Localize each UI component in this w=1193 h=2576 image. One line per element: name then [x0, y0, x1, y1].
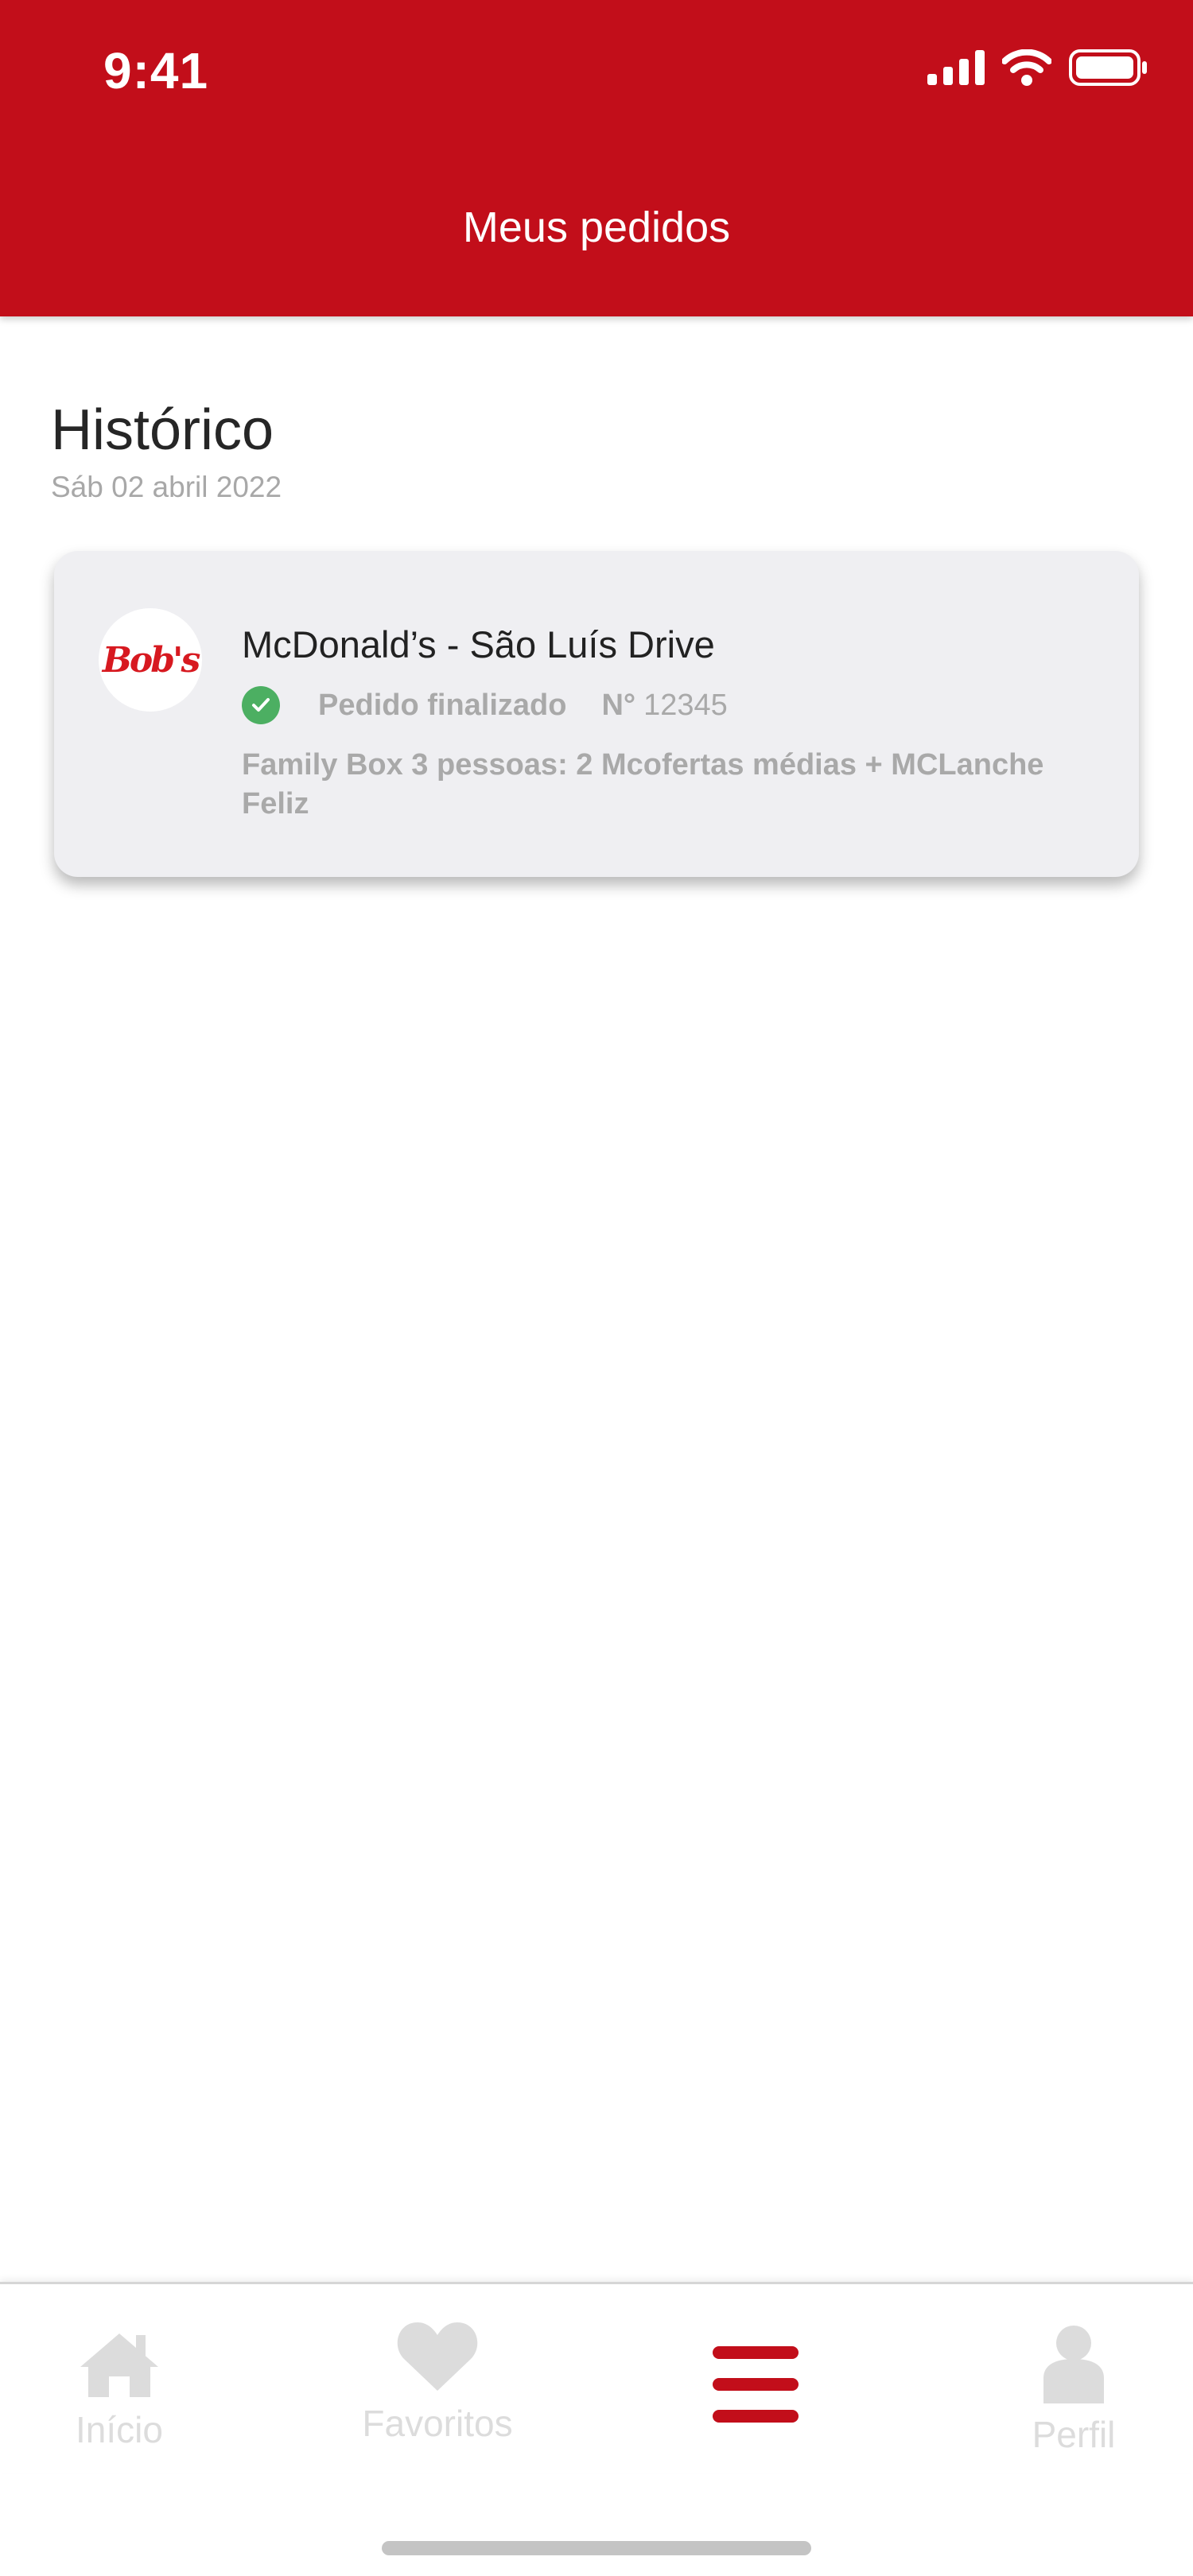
home-indicator — [382, 2541, 811, 2555]
signal-icon — [927, 50, 985, 85]
section-title: Histórico — [51, 398, 274, 462]
status-time: 9:41 — [103, 42, 209, 99]
order-number-label: N° — [601, 688, 636, 722]
tab-inicio[interactable]: Início — [48, 2284, 191, 2475]
tab-label-perfil: Perfil — [1032, 2414, 1116, 2455]
menu-icon — [713, 2346, 799, 2423]
check-icon — [242, 686, 280, 724]
restaurant-name: McDonald’s - São Luís Drive — [242, 623, 715, 665]
order-card[interactable]: Bob's McDonald’s - São Luís Drive Pedido… — [54, 551, 1139, 877]
logo-text: Bob's — [102, 639, 201, 681]
tab-label-favoritos: Favoritos — [362, 2403, 513, 2444]
section-date: Sáb 02 abril 2022 — [51, 471, 282, 503]
person-icon — [1043, 2326, 1104, 2403]
order-status-row: Pedido finalizado N° 12345 — [242, 686, 728, 724]
home-icon — [80, 2334, 158, 2397]
status-icons — [927, 49, 1148, 86]
order-description: Family Box 3 pessoas: 2 Mcofertas médias… — [242, 748, 1044, 821]
app-header: 9:41 Meus pedidos — [0, 0, 1193, 316]
bottom-tab-bar: Início Favoritos Perfil — [0, 2282, 1193, 2473]
restaurant-logo: Bob's — [99, 608, 202, 712]
tab-perfil[interactable]: Perfil — [1010, 2284, 1137, 2475]
order-status: Pedido finalizado — [318, 688, 567, 722]
tab-favoritos[interactable]: Favoritos — [334, 2284, 541, 2475]
page-title: Meus pedidos — [462, 204, 731, 251]
tab-label-inicio: Início — [76, 2409, 163, 2450]
tab-menu[interactable] — [692, 2284, 819, 2475]
heart-icon — [397, 2322, 478, 2391]
wifi-icon — [1002, 49, 1051, 86]
order-number: 12345 — [643, 688, 728, 722]
battery-icon — [1069, 49, 1147, 86]
